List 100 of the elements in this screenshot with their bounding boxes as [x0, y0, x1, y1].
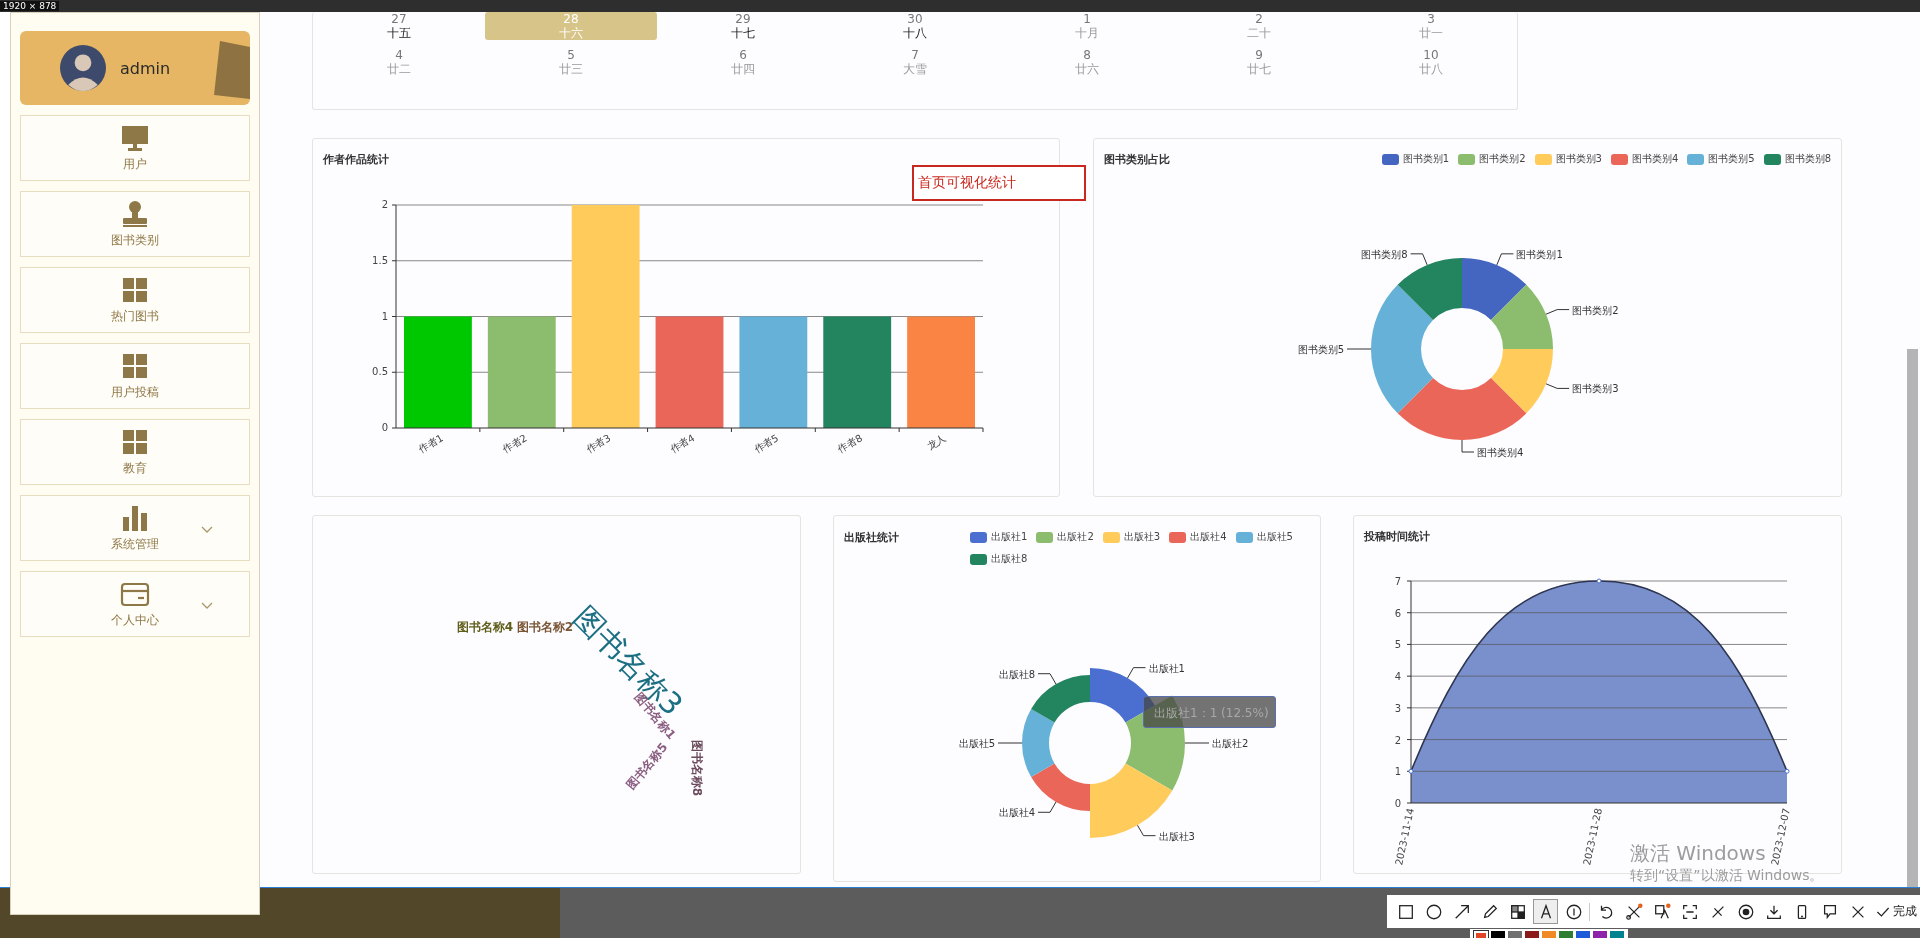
- slice-label: 图书类别4: [1477, 447, 1524, 458]
- scrollbar[interactable]: [1907, 349, 1918, 887]
- sidebar-item[interactable]: 用户: [20, 115, 250, 181]
- calendar-day[interactable]: 2 二十: [1173, 12, 1345, 40]
- legend-item[interactable]: 图书类别4: [1610, 152, 1679, 166]
- monitor-icon: [120, 123, 150, 153]
- axis-tick-label: 0: [1394, 798, 1401, 809]
- grid-icon: [120, 275, 150, 305]
- color-swatch[interactable]: [1491, 931, 1505, 938]
- calendar-day[interactable]: 29 十七: [657, 12, 829, 40]
- scan-icon: [1680, 902, 1699, 921]
- leader-line: [1545, 309, 1570, 315]
- calendar-day[interactable]: 27 十五: [313, 12, 485, 40]
- legend-item[interactable]: 出版社8: [970, 552, 1028, 566]
- data-point: [1784, 768, 1790, 774]
- annotation-label: 首页可视化统计: [912, 165, 1086, 201]
- calendar-day[interactable]: 30 十八: [829, 12, 1001, 40]
- legend-item[interactable]: 出版社1: [970, 530, 1028, 544]
- slice-label: 出版社5: [958, 738, 995, 749]
- chart-title: 图书类别占比: [1104, 151, 1170, 167]
- slice-label: 出版社4: [998, 807, 1035, 819]
- slice-label: 图书类别8: [1361, 248, 1408, 260]
- calendar-day[interactable]: 6 廿四: [657, 42, 829, 82]
- axis-tick-label: 3: [1394, 702, 1401, 714]
- calendar-day[interactable]: 1 十月: [1001, 12, 1173, 40]
- legend-item[interactable]: 图书类别1: [1381, 152, 1450, 166]
- data-point: [1408, 768, 1414, 774]
- axis-tick-label: 1.5: [372, 254, 388, 266]
- calendar-day[interactable]: 4 廿二: [313, 42, 485, 82]
- slice-label: 图书类别3: [1572, 383, 1619, 395]
- legend-item[interactable]: 出版社3: [1102, 530, 1161, 544]
- color-swatch[interactable]: [1593, 931, 1607, 938]
- axis-category-label: 作者8: [835, 432, 865, 455]
- axis-category-label: 龙人: [925, 432, 949, 452]
- calendar-day[interactable]: 10 廿八: [1345, 42, 1517, 82]
- donut-slice: [1491, 284, 1553, 349]
- sidebar-item[interactable]: 个人中心: [20, 571, 250, 637]
- color-swatch[interactable]: [1508, 931, 1522, 938]
- calendar-day[interactable]: 8 廿六: [1001, 42, 1173, 82]
- sidebar-item[interactable]: 用户投稿: [20, 343, 250, 409]
- text-tool[interactable]: [1533, 899, 1558, 924]
- legend-item[interactable]: 图书类别2: [1458, 152, 1526, 166]
- sidebar-item[interactable]: 教育: [20, 419, 250, 485]
- leader-line: [1346, 348, 1372, 350]
- sidebar-item[interactable]: 热门图书: [20, 267, 250, 333]
- cut-icon: [1624, 902, 1643, 921]
- color-swatch[interactable]: [1559, 931, 1573, 938]
- number-icon: [1564, 902, 1583, 921]
- axis-tick-label: 2: [381, 199, 388, 210]
- calendar-day[interactable]: 7 大雪: [829, 42, 1001, 82]
- axis-tick-label: 0: [381, 422, 388, 433]
- slice-label: 图书类别5: [1297, 344, 1344, 355]
- legend-item[interactable]: 图书类别5: [1687, 152, 1755, 166]
- color-swatch[interactable]: [1474, 931, 1488, 938]
- user-name: admin: [119, 58, 171, 78]
- sidebar-item[interactable]: 图书类别: [20, 191, 250, 257]
- sidebar-item[interactable]: 系统管理: [20, 495, 250, 561]
- axis-category-label: 作者1: [416, 432, 445, 455]
- axis-tick-label: 1: [381, 310, 388, 322]
- color-swatch[interactable]: [1576, 931, 1590, 938]
- record-icon: [1736, 902, 1755, 921]
- calendar-day[interactable]: 9 廿七: [1173, 42, 1345, 82]
- chart-title: 作者作品统计: [323, 151, 389, 167]
- axis-tick-label: 2: [1394, 734, 1401, 746]
- activation-subtitle: 转到“设置”以激活 Windows。: [1630, 867, 1824, 885]
- done-button[interactable]: 完成: [1873, 903, 1919, 920]
- axis-tick-label: 7: [1394, 576, 1401, 587]
- leader-line: [1137, 824, 1156, 837]
- color-swatch[interactable]: [1525, 931, 1539, 938]
- axis-tick-label: 4: [1394, 671, 1401, 683]
- color-swatch[interactable]: [1542, 931, 1556, 938]
- axis-tick-label: 0.5: [372, 366, 388, 378]
- chevron-down-icon: [201, 526, 213, 534]
- leader-line: [997, 742, 1023, 744]
- slice-label: 出版社8: [998, 668, 1035, 680]
- ellipse-icon: [1424, 902, 1443, 921]
- slice-label: 出版社3: [1158, 830, 1195, 842]
- chart-title: 投稿时间统计: [1364, 528, 1430, 544]
- legend-item[interactable]: 图书类别3: [1534, 152, 1602, 166]
- color-swatch[interactable]: [1610, 931, 1624, 938]
- card-decoration: [214, 39, 250, 99]
- grid-icon: [120, 351, 150, 381]
- donut-slice: [1462, 258, 1527, 320]
- legend-item[interactable]: 出版社2: [1036, 530, 1094, 544]
- legend-item[interactable]: 出版社5: [1235, 530, 1293, 544]
- legend-item[interactable]: 图书类别8: [1763, 152, 1831, 166]
- slice-label: 出版社1: [1148, 662, 1185, 674]
- capture-size-label: 1920 × 878: [0, 1, 60, 11]
- leader-line: [1410, 253, 1428, 266]
- rectangle-icon: [1396, 902, 1415, 921]
- calendar-day[interactable]: 5 廿三: [485, 42, 657, 82]
- legend-item[interactable]: 出版社4: [1169, 530, 1227, 544]
- axis-category-label: 作者5: [752, 432, 781, 455]
- data-point: [1596, 578, 1602, 584]
- bar-chart-icon: [120, 503, 150, 533]
- leader-line: [1037, 801, 1057, 813]
- leader-line: [1037, 673, 1057, 685]
- avatar: [59, 45, 106, 91]
- axis-tick-label: 5: [1394, 639, 1401, 651]
- calendar-day[interactable]: 3 廿一: [1345, 12, 1517, 40]
